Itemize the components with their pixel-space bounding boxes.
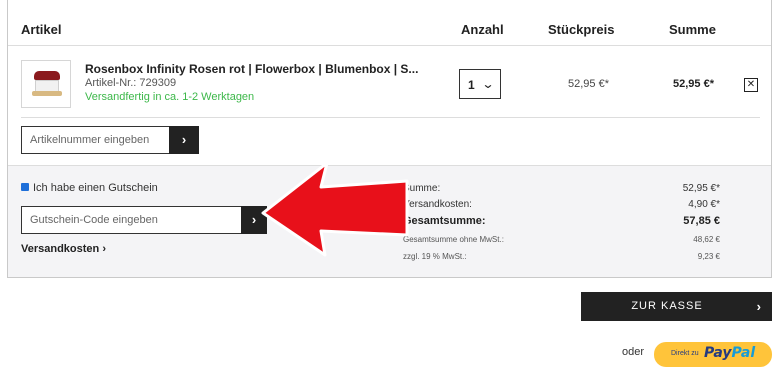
rose-box-lid bbox=[34, 71, 60, 80]
unit-price: 52,95 €* bbox=[568, 78, 609, 90]
chevron-down-icon: ⌄ bbox=[481, 77, 495, 91]
red-arrow-annotation bbox=[261, 161, 409, 257]
header-sum: Summe bbox=[669, 22, 716, 37]
cart-header: Artikel Anzahl Stückpreis Summe bbox=[8, 0, 771, 46]
row-divider bbox=[21, 117, 760, 118]
header-article: Artikel bbox=[21, 22, 62, 37]
voucher-form: Gutschein-Code eingeben › bbox=[21, 206, 267, 234]
quantity-value: 1 bbox=[468, 78, 475, 92]
summary-net-label: Gesamtsumme ohne MwSt.: bbox=[403, 235, 504, 244]
paypal-direct-label: Direkt zu bbox=[671, 350, 699, 357]
article-number-submit-button[interactable]: › bbox=[169, 126, 199, 154]
summary-total-label: Gesamtsumme: bbox=[403, 215, 486, 227]
line-total: 52,95 €* bbox=[673, 78, 714, 90]
header-quantity: Anzahl bbox=[461, 22, 504, 37]
close-icon: ✕ bbox=[746, 79, 756, 90]
checkout-label: ZUR KASSE bbox=[631, 300, 703, 312]
quantity-select[interactable]: 1 ⌄ bbox=[459, 69, 501, 99]
product-image[interactable] bbox=[21, 60, 71, 108]
article-number-form: Artikelnummer eingeben › bbox=[21, 126, 199, 154]
voucher-checkbox-label[interactable]: Ich habe einen Gutschein bbox=[33, 182, 158, 194]
summary-net-value: 48,62 € bbox=[693, 235, 720, 244]
checkout-button[interactable]: ZUR KASSE › bbox=[581, 292, 772, 321]
delivery-status: Versandfertig in ca. 1-2 Werktagen bbox=[85, 91, 255, 103]
header-unit-price: Stückpreis bbox=[548, 22, 615, 37]
summary-total-value: 57,85 € bbox=[683, 215, 720, 227]
remove-item-button[interactable]: ✕ bbox=[744, 78, 758, 92]
shipping-costs-link[interactable]: Versandkosten › bbox=[21, 243, 106, 255]
or-label: oder bbox=[622, 346, 645, 358]
product-article-number: Artikel-Nr.: 729309 bbox=[85, 77, 177, 89]
paypal-logo: PayPal bbox=[704, 345, 756, 361]
summary-sum-value: 52,95 €* bbox=[682, 183, 720, 194]
summary-shipping-value: 4,90 €* bbox=[688, 199, 720, 210]
rose-box-ribbon bbox=[32, 91, 62, 96]
voucher-checkbox[interactable] bbox=[21, 183, 29, 191]
article-number-input[interactable]: Artikelnummer eingeben bbox=[21, 126, 169, 154]
summary-vat-value: 9,23 € bbox=[697, 252, 720, 261]
product-name-link[interactable]: Rosenbox Infinity Rosen rot | Flowerbox … bbox=[85, 62, 418, 76]
paypal-express-button[interactable]: Direkt zu PayPal bbox=[654, 342, 772, 367]
chevron-right-icon: › bbox=[181, 132, 187, 147]
chevron-right-icon: › bbox=[756, 299, 762, 314]
voucher-code-input[interactable]: Gutschein-Code eingeben bbox=[21, 206, 241, 234]
